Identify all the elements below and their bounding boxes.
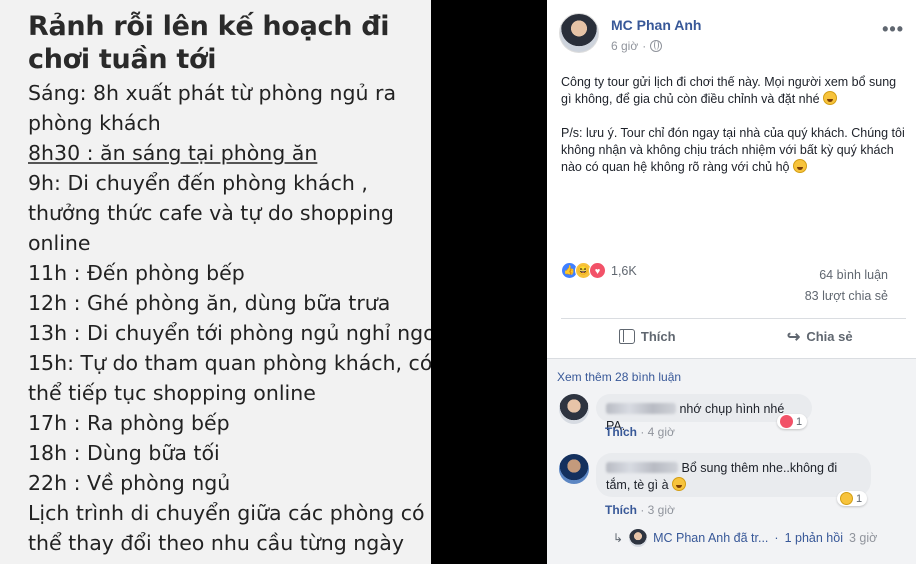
note-line: thể thay đổi theo nhu cầu từng ngày [28, 531, 404, 555]
note-line: online [28, 231, 91, 255]
note-line: thể tiếp tục shopping online [28, 381, 316, 405]
reply-arrow-icon: ↳ [613, 531, 624, 545]
comment-time[interactable]: 4 giờ [648, 425, 675, 439]
comment-meta: Thích · 3 giờ [605, 503, 675, 517]
shares-count[interactable]: 83 lượt chia sẻ [805, 286, 888, 307]
comment-time[interactable]: 3 giờ [648, 503, 675, 517]
schedule-note-image: Rảnh rỗi lên kế hoạch đi chơi tuần tới S… [0, 0, 431, 564]
reactions-summary[interactable]: 👍 😆 ♥ 1,6K [561, 262, 637, 279]
comment-like-link[interactable]: Thích [605, 503, 637, 517]
post-paragraph: Công ty tour gửi lịch đi chơi thế này. M… [561, 75, 897, 106]
comment-reaction-badge[interactable]: 1 [837, 491, 868, 506]
comment-reaction-badge[interactable]: 1 [777, 414, 808, 429]
note-line: 17h : Ra phòng bếp [28, 411, 230, 435]
blurred-commenter-name [606, 403, 676, 414]
share-label: Chia sẻ [806, 329, 853, 344]
post-paragraph: P/s: lưu ý. Tour chỉ đón ngay tại nhà củ… [561, 126, 905, 174]
note-line: Sáng: 8h xuất phát từ phòng ngủ ra [28, 81, 397, 105]
note-line: Lịch trình di chuyển giữa các phòng có [28, 501, 425, 525]
image-viewer-gap [431, 0, 547, 564]
laughing-emoji-icon [823, 91, 838, 105]
note-title-line-1: Rảnh rỗi lên kế hoạch đi [28, 11, 390, 42]
engagement-counts: 64 bình luận 83 lượt chia sẻ [805, 265, 888, 307]
reply-time: 3 giờ [848, 531, 878, 545]
blurred-commenter-name [606, 462, 678, 473]
replies-link[interactable]: ↳ MC Phan Anh đã tr... · 1 phản hồi 3 gi… [613, 529, 877, 547]
note-line: thưởng thức cafe và tự do shopping [28, 201, 394, 225]
more-options-icon[interactable]: ••• [882, 19, 904, 40]
note-line: phòng khách [28, 111, 161, 135]
post-time[interactable]: 6 giờ [611, 39, 638, 53]
facebook-post: MC Phan Anh 6 giờ · ••• Công ty tour gửi… [547, 0, 916, 564]
like-label: Thích [640, 329, 676, 344]
see-more-comments-link[interactable]: Xem thêm 28 bình luận [557, 370, 681, 384]
post-meta: 6 giờ · [611, 39, 663, 53]
reply-count: 1 phản hồi [784, 531, 843, 545]
note-line: 18h : Dùng bữa tối [28, 441, 220, 465]
grinning-emoji-icon [672, 477, 687, 491]
note-line: 15h: Tự do tham quan phòng khách, có [28, 351, 431, 375]
post-header: MC Phan Anh 6 giờ · ••• [559, 13, 904, 57]
share-arrow-icon: ↪ [786, 328, 801, 346]
like-button[interactable]: Thích [561, 319, 734, 354]
note-line: 9h: Di chuyển đến phòng khách , [28, 171, 368, 195]
note-title-line-2: chơi tuần tới [28, 44, 217, 75]
note-line: 11h : Đến phòng bếp [28, 261, 245, 285]
comments-count[interactable]: 64 bình luận [805, 265, 888, 286]
globe-icon [650, 40, 663, 52]
comments-section: Xem thêm 28 bình luận nhớ chụp hình nhé … [547, 358, 916, 564]
note-line: 12h : Ghé phòng ăn, dùng bữa trưa [28, 291, 391, 315]
reply-author-avatar [629, 529, 648, 547]
haha-reaction-icon [840, 492, 853, 505]
comment-like-link[interactable]: Thích [605, 425, 637, 439]
love-reaction-icon: ♥ [589, 262, 606, 279]
reply-author: MC Phan Anh đã tr... [653, 531, 769, 545]
note-line: 8h30 : ăn sáng tại phòng ăn [28, 141, 318, 165]
commenter-avatar[interactable] [559, 394, 589, 424]
commenter-avatar[interactable] [559, 454, 589, 484]
grinning-emoji-icon [792, 159, 807, 173]
note-line: 22h : Về phòng ngủ [28, 471, 231, 495]
note-line: 13h : Di chuyển tới phòng ngủ nghỉ ngơi [28, 321, 431, 345]
author-name[interactable]: MC Phan Anh [611, 17, 701, 33]
post-action-bar: Thích ↪ Chia sẻ [561, 318, 906, 354]
comment-meta: Thích · 4 giờ [605, 425, 675, 439]
author-avatar[interactable] [559, 13, 599, 53]
post-body: Công ty tour gửi lịch đi chơi thế này. M… [561, 74, 906, 193]
share-button[interactable]: ↪ Chia sẻ [734, 319, 907, 354]
thumb-up-icon [618, 329, 635, 344]
reaction-count[interactable]: 1,6K [611, 264, 637, 278]
comment-bubble: Bổ sung thêm nhe..không đi tắm, tè gì à [596, 453, 871, 497]
love-reaction-icon [780, 415, 793, 428]
